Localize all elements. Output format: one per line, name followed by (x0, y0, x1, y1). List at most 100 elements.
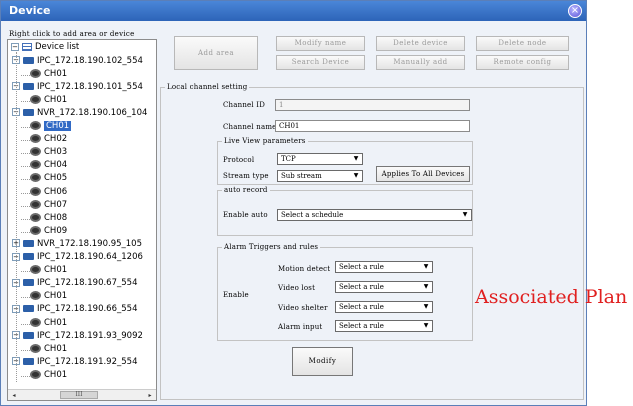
delete-device-button[interactable]: Delete device (376, 36, 465, 51)
tree-channel-node[interactable]: CH06 (30, 186, 67, 200)
modify-button[interactable]: Modify (292, 347, 353, 376)
tree-node-label: NVR_172.18.190.106_104 (37, 107, 148, 118)
motion-detect-label: Motion detect (278, 265, 331, 273)
tree-device-node[interactable]: + NVR_172.18.190.95_105 (12, 239, 142, 252)
tree-node-label: CH04 (44, 160, 68, 171)
tree-device-node[interactable]: − IPC_172.18.190.102_554 (12, 56, 143, 69)
tree-hint: Right click to add area or device (9, 30, 135, 38)
alarm-input-select[interactable]: Select a rule ▼ (335, 320, 433, 332)
scroll-left-icon[interactable]: ◂ (9, 391, 19, 400)
tree-channel-node[interactable]: CH07 (30, 199, 67, 213)
tree-node-label: CH01 (44, 317, 68, 328)
tree-node-label: IPC_172.18.190.66_554 (37, 304, 138, 315)
tree-channel-node[interactable]: CH01 (30, 265, 67, 278)
protocol-select[interactable]: TCP ▼ (277, 153, 363, 165)
scroll-right-icon[interactable]: ▸ (145, 391, 155, 400)
tree-node-label: CH03 (44, 147, 68, 158)
camera-icon (30, 317, 41, 327)
tree-node-label: CH01 (44, 121, 72, 131)
enable-auto-label: Enable auto (223, 211, 268, 219)
tree-node-label: IPC_172.18.190.101_554 (37, 81, 143, 92)
horizontal-scrollbar[interactable]: ◂ III ▸ (8, 389, 156, 400)
tree-device-node[interactable]: − IPC_172.18.191.92_554 (12, 357, 137, 370)
camera-icon (30, 225, 41, 235)
tree-node-label: CH02 (44, 134, 68, 145)
tree-root[interactable]: − Device list (11, 42, 79, 55)
tree-connector (21, 192, 30, 194)
associated-plan-annotation: Associated Plan (475, 286, 628, 308)
video-lost-select[interactable]: Select a rule ▼ (335, 281, 433, 293)
manually-add-button[interactable]: Manually add (376, 55, 465, 70)
motion-detect-select[interactable]: Select a rule ▼ (335, 261, 433, 273)
tree-device-node[interactable]: − IPC_172.18.191.93_9092 (12, 331, 143, 344)
tree-channel-node[interactable]: CH01 (30, 369, 68, 383)
list-icon (22, 42, 32, 51)
schedule-select[interactable]: Select a schedule ▼ (277, 209, 472, 221)
tree-device-node[interactable]: − IPC_172.18.190.64_1206 (12, 252, 143, 265)
tree-connector (21, 166, 30, 168)
tree-channel-node[interactable]: CH01 (30, 317, 68, 331)
tree-channel-node[interactable]: CH01 (30, 121, 72, 134)
chevron-down-icon[interactable]: ▼ (421, 283, 431, 291)
local-channel-legend: Local channel setting (167, 83, 248, 91)
tree-channel-node[interactable]: CH08 (30, 212, 67, 226)
motion-detect-value: Select a rule (339, 263, 384, 271)
live-view-legend: Live View parameters (224, 137, 306, 145)
alarm-input-label: Alarm input (278, 323, 323, 331)
tree-connector (21, 179, 30, 181)
tree-device-node[interactable]: − NVR_172.18.190.106_104 (12, 108, 147, 121)
collapse-icon[interactable]: − (11, 42, 19, 51)
tree-channel-node[interactable]: CH01 (30, 94, 67, 108)
auto-record-legend: auto record (224, 186, 268, 194)
apply-all-devices-button[interactable]: Applies To All Devices (376, 166, 470, 182)
tree-channel-node[interactable]: CH01 (30, 291, 67, 304)
chevron-down-icon[interactable]: ▼ (351, 172, 361, 180)
tree-root-label: Device list (35, 42, 80, 52)
tree-device-node[interactable]: − IPC_172.18.190.66_554 (12, 304, 137, 317)
tree-node-label: CH01 (44, 343, 68, 354)
channel-id-field: 1 (275, 99, 470, 111)
search-device-button[interactable]: Search Device (276, 55, 365, 70)
tree-node-label: IPC_172.18.191.92_554 (37, 356, 138, 367)
close-icon[interactable]: × (568, 4, 582, 18)
alarm-triggers-legend: Alarm Triggers and rules (224, 243, 319, 251)
chevron-down-icon[interactable]: ▼ (421, 322, 431, 330)
tree-channel-node[interactable]: CH01 (30, 343, 68, 357)
tree-channel-node[interactable]: CH02 (30, 134, 67, 147)
modify-name-button[interactable]: Modify name (276, 36, 365, 51)
tree-connector (21, 218, 30, 220)
add-area-button[interactable]: Add area (174, 36, 258, 70)
chevron-down-icon[interactable]: ▼ (460, 211, 470, 219)
tree-node-label: CH01 (44, 68, 68, 79)
tree-channel-node[interactable]: CH09 (30, 225, 68, 239)
tree-channel-node[interactable]: CH05 (30, 173, 67, 186)
tree-device-node[interactable]: − IPC_172.18.190.67_554 (12, 278, 137, 291)
delete-node-button[interactable]: Delete node (476, 36, 569, 51)
title-bar: Device × (1, 1, 586, 21)
stream-type-value: Sub stream (281, 172, 322, 180)
video-shelter-select[interactable]: Select a rule ▼ (335, 301, 433, 313)
chevron-down-icon[interactable]: ▼ (351, 155, 361, 163)
tree-channel-node[interactable]: CH03 (30, 147, 67, 160)
channel-name-label: Channel name (223, 123, 277, 131)
camera-icon (30, 265, 41, 275)
tree-channel-node[interactable]: CH04 (30, 160, 67, 173)
tree-device-node[interactable]: − IPC_172.18.190.101_554 (12, 82, 143, 95)
video-lost-value: Select a rule (339, 283, 384, 291)
device-tree[interactable]: − Device list ◂ III ▸ − IPC_172.18.190.102… (7, 39, 157, 401)
stream-type-label: Stream type (223, 172, 269, 180)
stream-type-select[interactable]: Sub stream ▼ (277, 170, 363, 182)
tree-connector (16, 52, 17, 382)
chevron-down-icon[interactable]: ▼ (421, 303, 431, 311)
camera-icon (30, 199, 41, 209)
tree-node-label: CH09 (44, 225, 68, 236)
scroll-thumb[interactable]: III (60, 391, 98, 399)
channel-name-field[interactable]: CH01 (275, 120, 470, 132)
chevron-down-icon[interactable]: ▼ (421, 263, 431, 271)
camera-icon (30, 68, 41, 78)
camera-icon (30, 212, 41, 222)
tree-node-label: CH01 (44, 369, 68, 380)
tree-channel-node[interactable]: CH01 (30, 68, 68, 82)
window-title: Device (9, 4, 51, 17)
remote-config-button[interactable]: Remote config (476, 55, 569, 70)
